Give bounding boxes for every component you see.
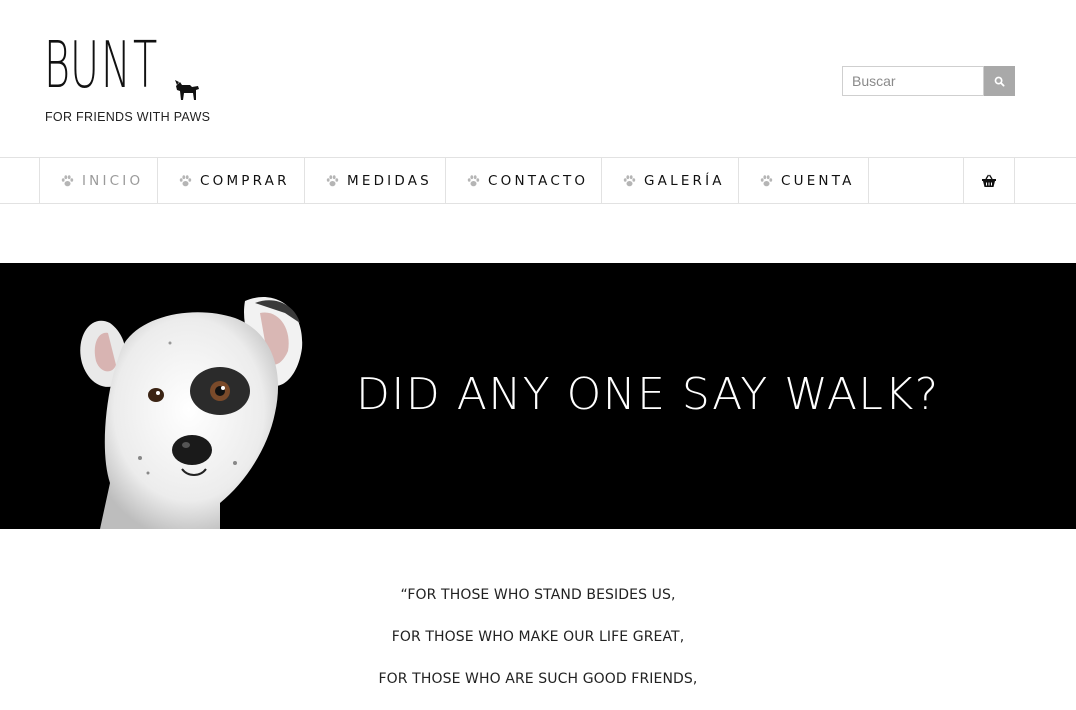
- site-logo[interactable]: BUNT FOR FRIENDS WITH PAWS: [44, 30, 224, 130]
- search-form: [842, 66, 1015, 96]
- nav-label: GALERÍA: [644, 172, 725, 189]
- search-icon: [994, 76, 1005, 87]
- dog-photo: [80, 297, 303, 529]
- site-header: BUNT FOR FRIENDS WITH PAWS: [0, 0, 1076, 157]
- paw-icon: [760, 174, 773, 186]
- nav-label: MEDIDAS: [347, 172, 432, 189]
- search-button[interactable]: [984, 66, 1015, 96]
- search-input[interactable]: [842, 66, 984, 96]
- paw-icon: [467, 174, 480, 186]
- paw-icon: [61, 174, 74, 186]
- quote-line: “FOR THOSE WHO STAND BESIDES US,: [400, 587, 676, 603]
- nav-label: CONTACTO: [488, 172, 589, 189]
- nav-item-inicio[interactable]: INICIO: [39, 158, 158, 203]
- nav-label: INICIO: [82, 172, 144, 189]
- paw-icon: [179, 174, 192, 186]
- nav-item-cuenta[interactable]: CUENTA: [739, 158, 869, 203]
- quote-block: “FOR THOSE WHO STAND BESIDES US, FOR THO…: [0, 584, 1076, 710]
- paw-icon: [623, 174, 636, 186]
- quote-line: FOR THOSE WHO MAKE OUR LIFE GREAT,: [391, 629, 685, 645]
- logo-tagline: FOR FRIENDS WITH PAWS: [45, 110, 211, 124]
- cart-button[interactable]: [963, 158, 1015, 203]
- nav-label: COMPRAR: [200, 172, 290, 189]
- quote-line: FOR THOSE WHO ARE SUCH GOOD FRIENDS,: [378, 671, 698, 687]
- main-navigation: INICIO COMPRAR MEDIDAS CONTACTO GALERÍA …: [0, 157, 1076, 204]
- shopping-basket-icon: [982, 174, 996, 187]
- logo-wordmark: BUNT: [44, 29, 159, 103]
- dog-silhouette-icon: [175, 80, 199, 100]
- hero-title: DID ANY ONE SAY WALK?: [356, 369, 940, 420]
- paw-icon: [326, 174, 339, 186]
- nav-item-comprar[interactable]: COMPRAR: [158, 158, 305, 203]
- nav-item-contacto[interactable]: CONTACTO: [446, 158, 602, 203]
- nav-item-medidas[interactable]: MEDIDAS: [305, 158, 446, 203]
- hero-banner: DID ANY ONE SAY WALK?: [0, 263, 1076, 529]
- nav-label: CUENTA: [781, 172, 855, 189]
- nav-item-galeria[interactable]: GALERÍA: [602, 158, 739, 203]
